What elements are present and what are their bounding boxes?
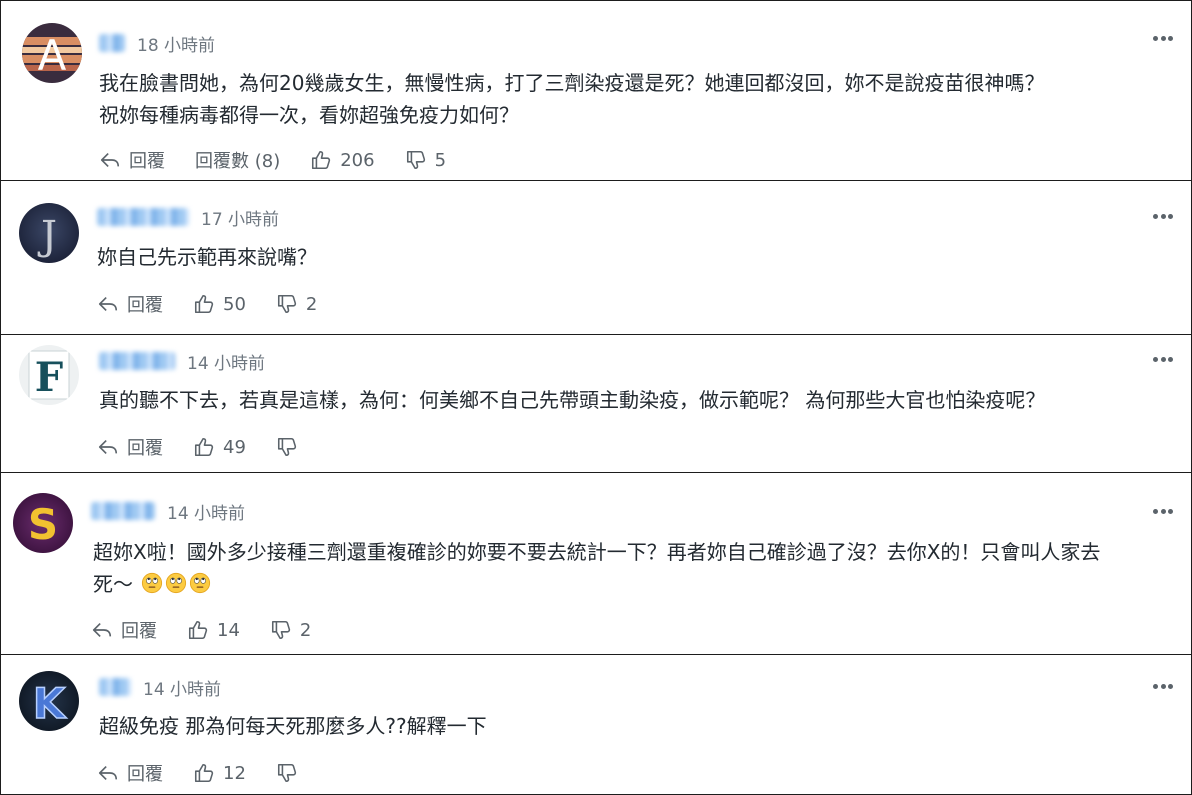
username-blurred[interactable]	[99, 678, 131, 696]
avatar-letter: A	[38, 31, 67, 80]
comment-card: J 17 小時前 妳自己先示範再來說嘴？ 回覆 50 2	[0, 180, 1192, 335]
username-blurred[interactable]	[99, 352, 175, 370]
comment-text: 妳自己先示範再來說嘴？	[97, 245, 317, 269]
reply-icon	[92, 622, 112, 638]
avatar-image: K	[19, 671, 79, 731]
avatar-letter: S	[28, 500, 58, 549]
thumbs-down-icon	[277, 294, 297, 314]
dislike-count: 2	[305, 293, 318, 315]
thumbs-down-icon	[277, 437, 297, 457]
avatar[interactable]: K	[19, 671, 79, 731]
thumbs-down-icon	[406, 150, 425, 170]
like-count: 49	[223, 436, 246, 458]
comment-actions: 回覆 14 2	[91, 617, 341, 643]
reply-icon	[98, 296, 118, 312]
reply-label: 回覆	[127, 295, 163, 316]
like-button[interactable]: 206	[310, 149, 375, 171]
eye-roll-emoji	[166, 572, 187, 594]
comment-actions: 回覆 12	[97, 760, 336, 786]
timestamp: 18 小時前	[137, 35, 216, 56]
dislike-button[interactable]: 2	[270, 619, 311, 641]
thumbs-up-icon	[188, 620, 208, 640]
comment-header: 14 小時前	[91, 499, 246, 524]
avatar[interactable]: S	[13, 493, 73, 553]
like-count: 12	[223, 762, 246, 784]
replies-count-button[interactable]: 回覆數 (8)	[195, 147, 280, 173]
comment-body: 超妳X啦！國外多少接種三劑還重複確診的妳要不要去統計一下？再者妳自己確診過了沒？…	[93, 536, 1167, 600]
like-button[interactable]: 50	[193, 293, 246, 315]
comment-actions: 回覆 49	[97, 434, 336, 460]
username-blurred[interactable]	[97, 208, 189, 226]
dislike-button[interactable]	[276, 762, 306, 784]
like-count: 14	[217, 619, 240, 641]
reply-button[interactable]: 回覆	[99, 147, 165, 173]
reply-label: 回覆	[129, 151, 165, 172]
comment-text: 我在臉書問她，為何20幾歲女生，無慢性病，打了三劑染疫還是死？她連回都沒回，妳不…	[99, 71, 1045, 127]
eye-roll-emoji	[190, 572, 211, 594]
avatar-image: J	[19, 203, 79, 263]
comment-actions: 回覆 回覆數 (8) 206 5	[99, 147, 476, 173]
more-options-icon[interactable]	[1151, 28, 1175, 48]
comment-card: A 18 小時前 我在臉書問她，為何20幾歲女生，無慢性病，打了三劑染疫還是死？…	[0, 0, 1192, 181]
timestamp: 14 小時前	[143, 679, 222, 700]
comment-header: 17 小時前	[97, 205, 280, 230]
avatar-image: S	[13, 493, 73, 553]
comment-header: 14 小時前	[99, 349, 266, 374]
thumbs-down-icon	[271, 620, 291, 640]
reply-button[interactable]: 回覆	[97, 760, 163, 786]
comment-text: 超妳X啦！國外多少接種三劑還重複確診的妳要不要去統計一下？再者妳自己確診過了沒？…	[93, 540, 1101, 596]
eye-roll-emoji	[142, 572, 163, 594]
timestamp: 14 小時前	[187, 353, 266, 374]
thumbs-up-icon	[194, 437, 214, 457]
comment-text: 超級免疫 那為何每天死那麼多人??解釋一下	[99, 714, 487, 738]
reply-label: 回覆	[121, 621, 157, 642]
comment-card: K 14 小時前 超級免疫 那為何每天死那麼多人??解釋一下 回覆 12	[0, 654, 1192, 795]
like-button[interactable]: 12	[193, 762, 246, 784]
more-options-icon[interactable]	[1151, 349, 1175, 369]
more-options-icon[interactable]	[1151, 676, 1175, 696]
timestamp: 14 小時前	[167, 503, 246, 524]
reply-button[interactable]: 回覆	[97, 291, 163, 317]
comment-actions: 回覆 50 2	[97, 291, 347, 317]
dislike-button[interactable]: 5	[405, 149, 446, 171]
comment-text: 真的聽不下去，若真是這樣，為何：何美鄉不自己先帶頭主動染疫，做示範呢？ 為何那些…	[99, 388, 1046, 412]
comment-header: 18 小時前	[99, 31, 216, 56]
reply-button[interactable]: 回覆	[91, 617, 157, 643]
reply-icon	[98, 765, 118, 781]
dislike-button[interactable]	[276, 436, 306, 458]
dislike-count: 2	[299, 619, 312, 641]
avatar-letter: F	[35, 354, 63, 401]
eye-roll-emoji-group	[133, 572, 211, 596]
dislike-button[interactable]: 2	[276, 293, 317, 315]
avatar[interactable]: F	[19, 345, 79, 405]
thumbs-up-icon	[194, 294, 214, 314]
thumbs-up-icon	[312, 150, 331, 170]
reply-label: 回覆	[127, 764, 163, 785]
avatar-image: A	[22, 23, 82, 83]
username-blurred[interactable]	[99, 34, 125, 52]
reply-button[interactable]: 回覆	[97, 434, 163, 460]
comment-card: F 14 小時前 真的聽不下去，若真是這樣，為何：何美鄉不自己先帶頭主動染疫，做…	[0, 334, 1192, 473]
more-options-icon[interactable]	[1151, 501, 1175, 521]
timestamp: 17 小時前	[201, 209, 280, 230]
like-button[interactable]: 49	[193, 436, 246, 458]
like-button[interactable]: 14	[187, 619, 240, 641]
avatar[interactable]: A	[22, 23, 82, 83]
like-count: 50	[223, 293, 246, 315]
comment-card: S 14 小時前 超妳X啦！國外多少接種三劑還重複確診的妳要不要去統計一下？再者…	[0, 472, 1192, 655]
reply-icon	[98, 439, 118, 455]
replies-count-label: 回覆數 (8)	[195, 151, 281, 172]
reply-icon	[100, 152, 120, 168]
thumbs-up-icon	[194, 763, 214, 783]
avatar-letter: K	[33, 679, 67, 728]
thumbs-down-icon	[277, 763, 297, 783]
username-blurred[interactable]	[91, 502, 155, 520]
reply-label: 回覆	[127, 438, 163, 459]
more-options-icon[interactable]	[1151, 206, 1175, 226]
avatar[interactable]: J	[19, 203, 79, 263]
comment-header: 14 小時前	[99, 675, 222, 700]
avatar-image: F	[19, 345, 79, 405]
dislike-count: 5	[434, 149, 447, 171]
like-count: 206	[340, 149, 375, 171]
